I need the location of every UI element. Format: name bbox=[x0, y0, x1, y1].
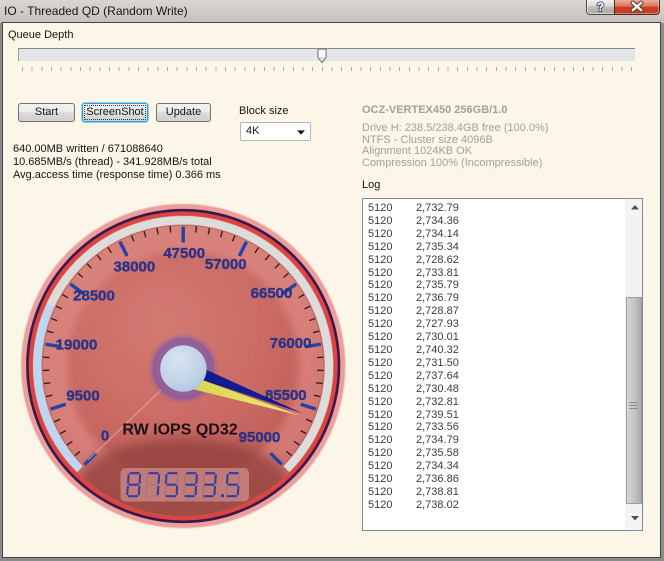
svg-text:9500: 9500 bbox=[66, 387, 99, 404]
svg-text:57000: 57000 bbox=[205, 256, 247, 273]
svg-text:66500: 66500 bbox=[251, 285, 293, 302]
svg-text:47500: 47500 bbox=[163, 245, 205, 262]
svg-text:RW IOPS QD32: RW IOPS QD32 bbox=[122, 422, 237, 439]
svg-text:0: 0 bbox=[101, 427, 109, 444]
svg-text:19000: 19000 bbox=[56, 336, 98, 353]
svg-text:95000: 95000 bbox=[239, 429, 281, 446]
svg-text:28500: 28500 bbox=[73, 287, 115, 304]
svg-text:76000: 76000 bbox=[270, 335, 312, 352]
svg-text:38000: 38000 bbox=[114, 258, 156, 275]
